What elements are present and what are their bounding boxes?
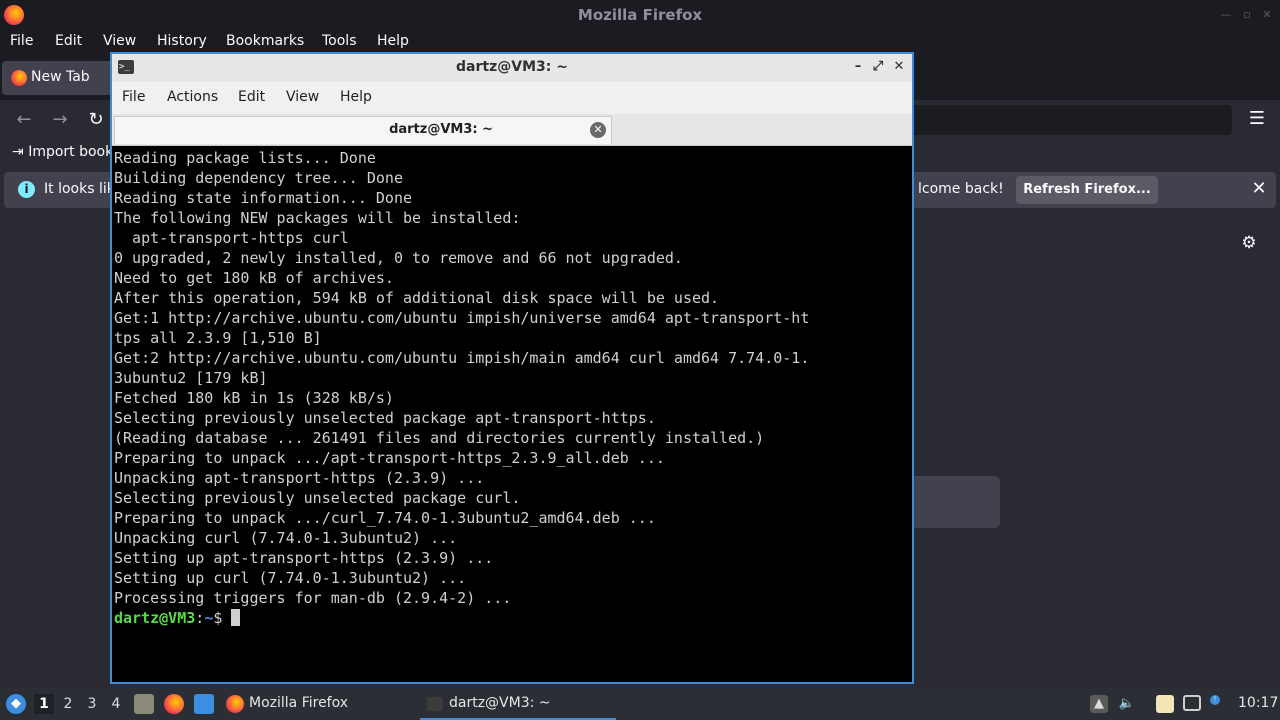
terminal-line: Get:2 http://archive.ubuntu.com/ubuntu i… (114, 349, 810, 367)
terminal-maximize-icon[interactable]: ⤢ (870, 58, 886, 76)
info-icon: i (18, 181, 35, 198)
file-manager-launcher-icon[interactable] (134, 694, 154, 714)
hamburger-menu-icon[interactable]: ☰ (1246, 108, 1268, 130)
terminal-tabbar: dartz@VM3: ~ ✕ (112, 114, 912, 146)
terminal-menu-file[interactable]: File (122, 89, 145, 105)
terminal-line: 0 upgraded, 2 newly installed, 0 to remo… (114, 249, 683, 267)
notification-text-right: lcome back! (918, 181, 1004, 197)
workspace-3[interactable]: 3 (82, 694, 102, 714)
terminal-titlebar: >_ dartz@VM3: ~ – ⤢ ✕ (112, 54, 912, 82)
terminal-line: Unpacking curl (7.74.0-1.3ubuntu2) ... (114, 529, 458, 547)
terminal-line: Selecting previously unselected package … (114, 489, 521, 507)
terminal-line: apt-transport-https curl (114, 229, 349, 247)
gear-icon[interactable]: ⚙ (1240, 234, 1258, 252)
network-icon[interactable] (1183, 695, 1201, 711)
terminal-line: Processing triggers for man-db (2.9.4-2)… (114, 589, 512, 607)
terminal-line: 3ubuntu2 [179 kB] (114, 369, 268, 387)
terminal-cursor (231, 609, 241, 626)
task-terminal[interactable]: dartz@VM3: ~ (420, 688, 616, 720)
terminal-line: Preparing to unpack .../apt-transport-ht… (114, 449, 665, 467)
menu-file[interactable]: File (10, 33, 33, 49)
menu-tools[interactable]: Tools (322, 33, 357, 49)
firefox-titlebar: Mozilla Firefox — ▫ ✕ (0, 0, 1280, 30)
notification-icon[interactable]: ! (1210, 695, 1220, 705)
prompt-symbol: $ (213, 609, 232, 627)
prompt-user: dartz@VM3 (114, 609, 196, 627)
terminal-icon (427, 697, 443, 711)
menu-help[interactable]: Help (377, 33, 409, 49)
terminal-line: tps all 2.3.9 [1,510 B] (114, 329, 322, 347)
terminal-menubar: File Actions Edit View Help (112, 82, 912, 114)
start-menu-icon[interactable]: ◆ (6, 694, 26, 714)
terminal-tab[interactable]: dartz@VM3: ~ ✕ (114, 116, 612, 144)
close-notification-icon[interactable]: ✕ (1248, 178, 1270, 200)
firefox-window-title: Mozilla Firefox (577, 6, 703, 24)
minimize-icon[interactable]: — (1219, 8, 1233, 22)
workspace-2[interactable]: 2 (58, 694, 78, 714)
menu-history[interactable]: History (157, 33, 207, 49)
terminal-menu-view[interactable]: View (286, 89, 319, 105)
task-firefox[interactable]: Mozilla Firefox (222, 688, 416, 720)
maximize-icon[interactable]: ▫ (1240, 8, 1254, 22)
forward-arrow-icon[interactable]: → (50, 110, 70, 130)
url-bar[interactable] (900, 105, 1232, 135)
terminal-line: Unpacking apt-transport-https (2.3.9) ..… (114, 469, 485, 487)
close-icon[interactable]: ✕ (1260, 8, 1274, 22)
firefox-launcher-icon[interactable] (164, 694, 184, 714)
tab-close-icon[interactable]: ✕ (590, 122, 606, 138)
volume-icon[interactable]: 🔈 (1118, 695, 1136, 713)
import-bookmarks-label: Import book (28, 144, 114, 160)
terminal-line: Preparing to unpack .../curl_7.74.0-1.3u… (114, 509, 656, 527)
newtab-search-box[interactable] (912, 476, 1000, 528)
terminal-line: Building dependency tree... Done (114, 169, 403, 187)
task-label: Mozilla Firefox (249, 695, 349, 711)
terminal-line: After this operation, 594 kB of addition… (114, 289, 720, 307)
import-bookmarks-button[interactable]: ⇥ Import book (12, 144, 113, 160)
terminal-line: Get:1 http://archive.ubuntu.com/ubuntu i… (114, 309, 810, 327)
terminal-line: The following NEW packages will be insta… (114, 209, 521, 227)
terminal-menu-help[interactable]: Help (340, 89, 372, 105)
tab-new-tab[interactable]: New Tab (2, 61, 114, 95)
menu-edit[interactable]: Edit (55, 33, 82, 49)
desktop-launcher-icon[interactable] (194, 694, 214, 714)
reload-icon[interactable]: ↻ (86, 110, 106, 130)
clipboard-icon[interactable] (1156, 695, 1174, 713)
terminal-line: Setting up curl (7.74.0-1.3ubuntu2) ... (114, 569, 467, 587)
terminal-menu-actions[interactable]: Actions (167, 89, 218, 105)
back-arrow-icon[interactable]: ← (14, 110, 34, 130)
terminal-menu-edit[interactable]: Edit (238, 89, 265, 105)
task-label: dartz@VM3: ~ (449, 695, 551, 711)
menu-view[interactable]: View (103, 33, 136, 49)
taskbar: ◆ 1 2 3 4 Mozilla Firefox dartz@VM3: ~ ▲… (0, 688, 1280, 720)
menu-bookmarks[interactable]: Bookmarks (226, 33, 304, 49)
workspace-4[interactable]: 4 (106, 694, 126, 714)
terminal-close-icon[interactable]: ✕ (891, 58, 907, 76)
terminal-line: Setting up apt-transport-https (2.3.9) .… (114, 549, 494, 567)
refresh-firefox-button[interactable]: Refresh Firefox... (1016, 176, 1158, 204)
firefox-tab-icon (11, 70, 27, 86)
terminal-line: Selecting previously unselected package … (114, 409, 656, 427)
prompt-separator: : (195, 609, 205, 627)
terminal-window-title: dartz@VM3: ~ (456, 59, 568, 75)
terminal-window: >_ dartz@VM3: ~ – ⤢ ✕ File Actions Edit … (110, 52, 914, 684)
terminal-line: (Reading database ... 261491 files and d… (114, 429, 765, 447)
clock[interactable]: 10:17 (1238, 695, 1278, 711)
terminal-output[interactable]: Reading package lists... Done Building de… (112, 146, 912, 682)
terminal-minimize-icon[interactable]: – (850, 58, 866, 76)
workspace-1[interactable]: 1 (34, 694, 54, 714)
tray-upload-icon[interactable]: ▲ (1090, 695, 1108, 713)
terminal-line: Need to get 180 kB of archives. (114, 269, 394, 287)
terminal-line: Reading state information... Done (114, 189, 413, 207)
tab-label: New Tab (31, 69, 90, 85)
firefox-icon (226, 695, 244, 713)
prompt-path: ~ (204, 609, 214, 627)
firefox-menubar: File Edit View History Bookmarks Tools H… (0, 30, 1280, 54)
terminal-line: Fetched 180 kB in 1s (328 kB/s) (114, 389, 394, 407)
notification-text: It looks lik (44, 181, 115, 197)
terminal-tab-label: dartz@VM3: ~ (389, 122, 493, 137)
terminal-prompt-line: dartz@VM3:~$ (114, 608, 912, 628)
terminal-line: Reading package lists... Done (114, 149, 376, 167)
